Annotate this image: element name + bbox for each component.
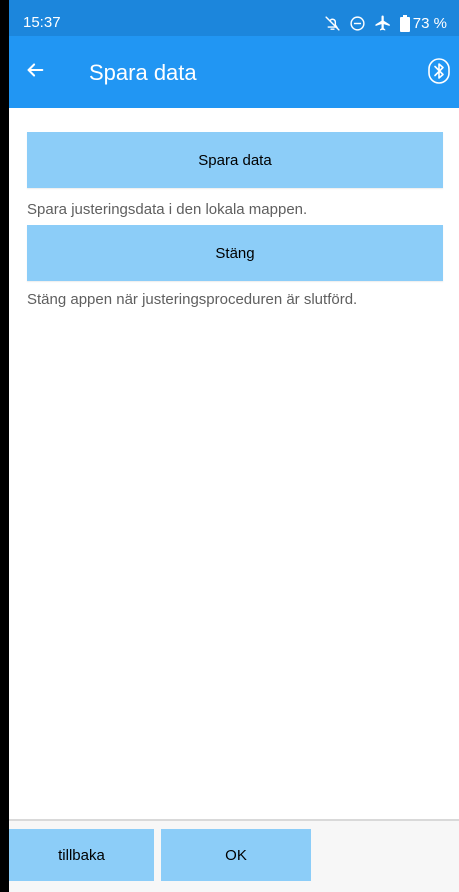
battery-status: 73 % (399, 14, 447, 32)
bluetooth-button[interactable] (427, 57, 451, 89)
status-time: 15:37 (23, 14, 61, 31)
status-icons: 73 % (324, 13, 447, 33)
alarm-off-icon (324, 15, 341, 32)
airplane-icon (374, 14, 392, 32)
back-button[interactable] (19, 56, 51, 88)
bottom-nav: tillbaka OK (9, 819, 459, 892)
app-bar: Spara data (9, 36, 459, 108)
close-app-button[interactable]: Stäng (27, 225, 443, 281)
back-nav-button[interactable]: tillbaka (9, 829, 154, 881)
close-app-description: Stäng appen när justeringsproceduren är … (27, 291, 358, 308)
app-screen: 15:37 73 % Spara data Spara data Spara j… (9, 0, 459, 892)
bluetooth-icon (428, 57, 450, 89)
save-data-button[interactable]: Spara data (27, 132, 443, 188)
page-title: Spara data (89, 60, 197, 85)
do-not-disturb-icon (349, 15, 366, 32)
save-data-description: Spara justeringsdata i den lokala mappen… (27, 201, 308, 218)
battery-icon (399, 14, 410, 32)
status-bar: 15:37 73 % (9, 0, 459, 36)
ok-button[interactable]: OK (161, 829, 311, 881)
arrow-left-icon (24, 59, 46, 86)
battery-percent: 73 % (412, 14, 447, 32)
